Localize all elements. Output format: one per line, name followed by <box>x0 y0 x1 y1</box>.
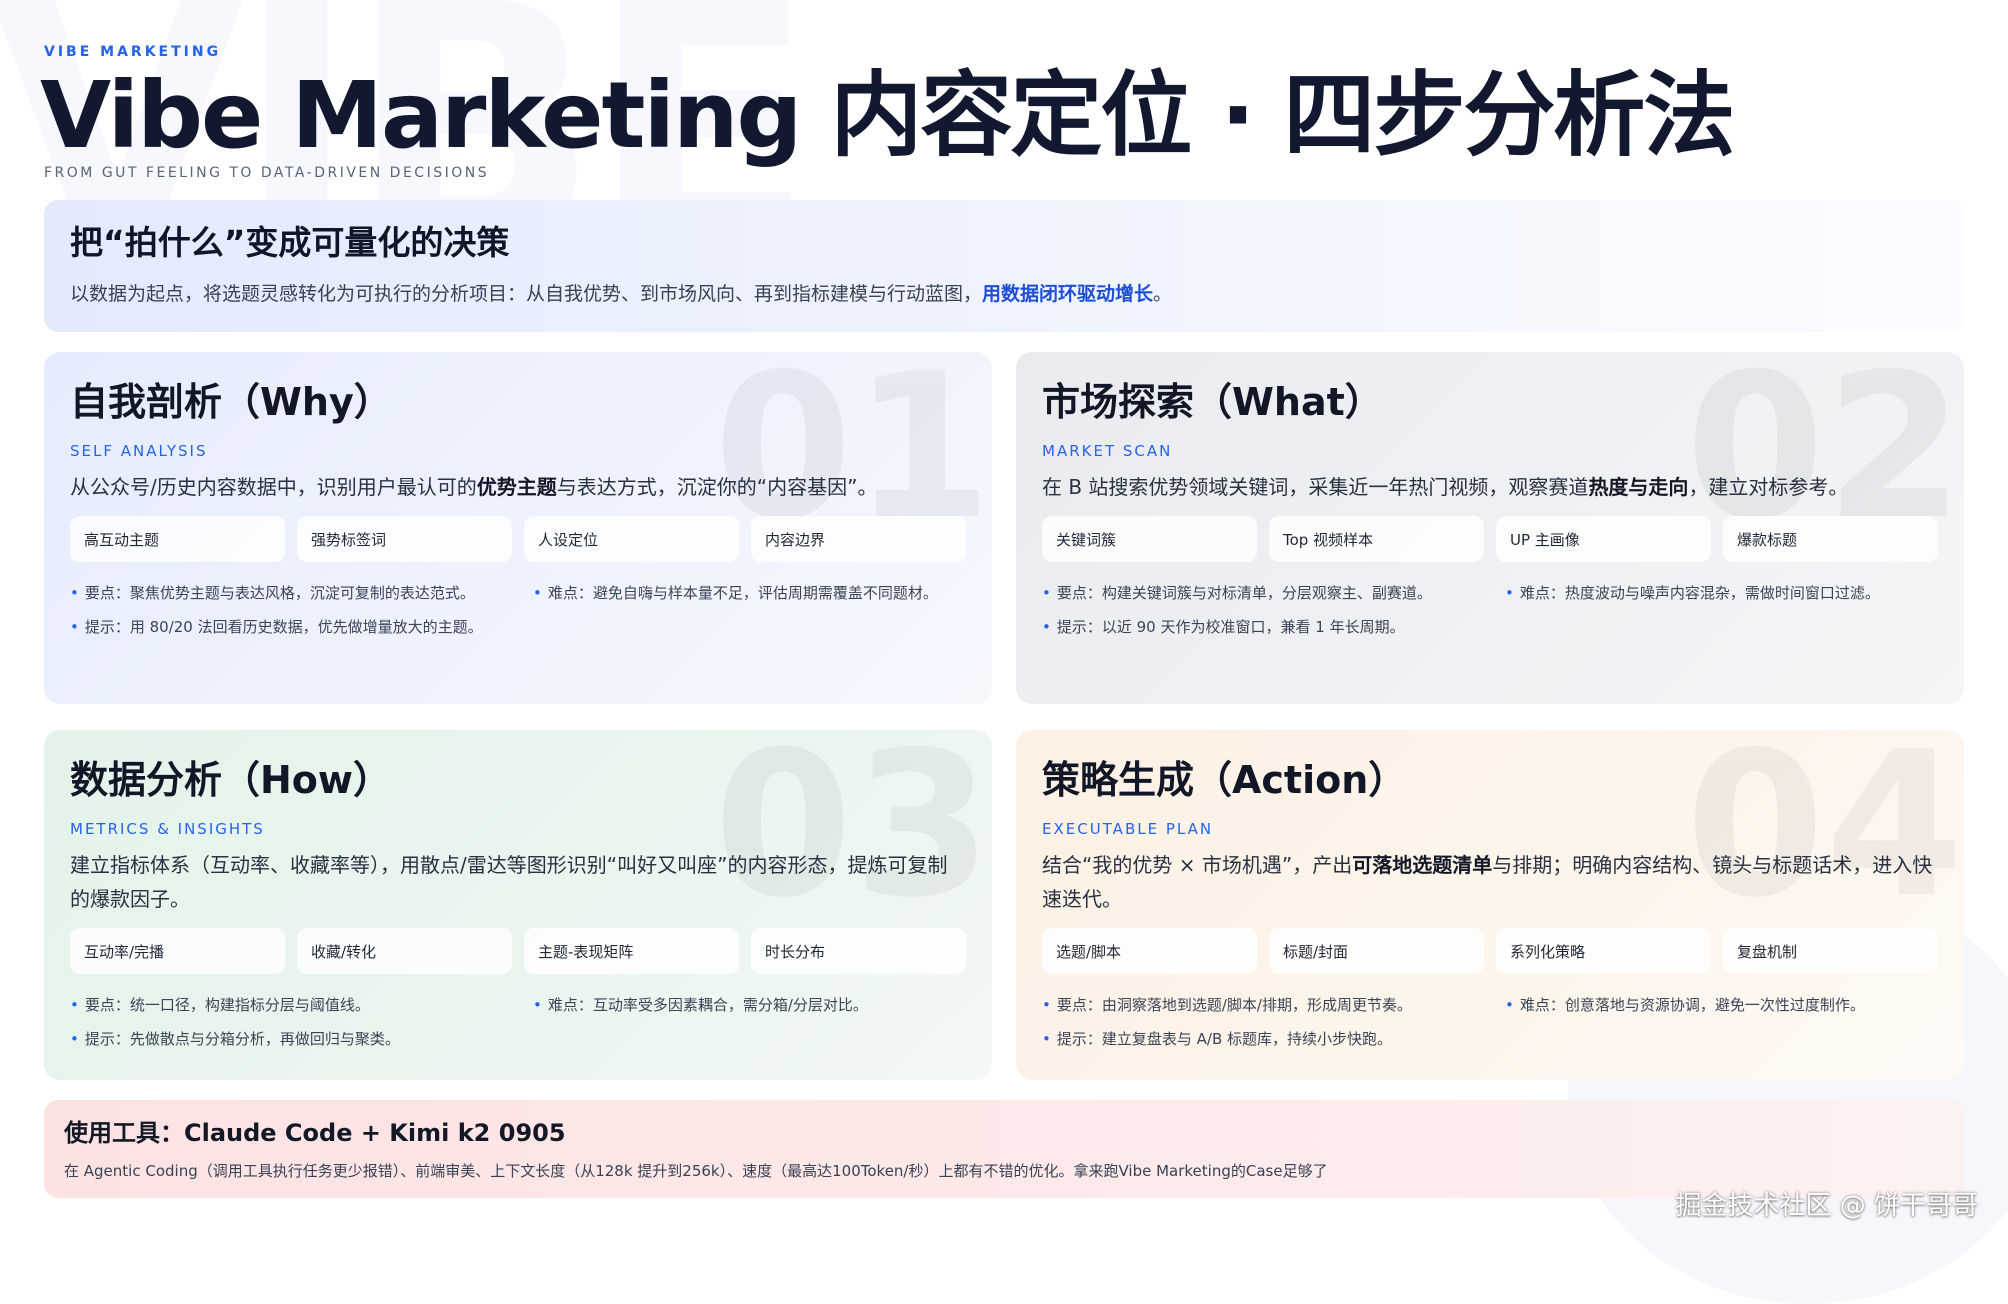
intro-text: 以数据为起点，将选题灵感转化为可执行的分析项目：从自我优势、到市场风向、再到指标… <box>70 283 983 305</box>
bullet-icon: • <box>1042 996 1051 1014</box>
chip: 互动率/完播 <box>70 928 285 974</box>
bullet-icon: • <box>1505 996 1514 1014</box>
step-title: 市场探索（What） <box>1042 380 1383 424</box>
bullet-icon: • <box>1505 584 1514 602</box>
bullet-icon: • <box>70 584 79 602</box>
desc-part: 在 B 站搜索优势领域关键词，采集近一年热门视频，观察赛道 <box>1042 475 1589 499</box>
bullet-icon: • <box>70 1030 79 1048</box>
chip: 选题/脚本 <box>1042 928 1257 974</box>
chip-row: 选题/脚本 标题/封面 系列化策略 复盘机制 <box>1042 928 1938 974</box>
intro-banner: 把“拍什么”变成可量化的决策 以数据为起点，将选题灵感转化为可执行的分析项目：从… <box>44 200 1964 332</box>
chip: 高互动主题 <box>70 516 285 562</box>
chip: 复盘机制 <box>1723 928 1938 974</box>
note-item: • 难点：创意落地与资源协调，避免一次性过度制作。 <box>1505 995 1938 1015</box>
note-text: 难点：避免自嗨与样本量不足，评估周期需覆盖不同题材。 <box>547 584 938 602</box>
chip-row: 互动率/完播 收藏/转化 主题-表现矩阵 时长分布 <box>70 928 966 974</box>
notes: • 要点：由洞察落地到选题/脚本/排期，形成周更节奏。 • 难点：创意落地与资源协调… <box>1042 988 1938 1056</box>
note-item: • 难点：避免自嗨与样本量不足，评估周期需覆盖不同题材。 <box>533 583 966 603</box>
desc-emphasis: 热度与走向 <box>1588 475 1689 499</box>
chip: 关键词簇 <box>1042 516 1257 562</box>
note-text: 要点：聚焦优势主题与表达风格，沉淀可复制的表达范式。 <box>84 584 475 602</box>
note-text: 提示：建立复盘表与 A/B 标题库，持续小步快跑。 <box>1056 1030 1393 1048</box>
bullet-icon: • <box>70 996 79 1014</box>
page-subtitle: FROM GUT FEELING TO DATA-DRIVEN DECISION… <box>44 165 490 181</box>
bullet-icon: • <box>533 996 542 1014</box>
desc-part: ，建立对标参考。 <box>1688 475 1849 499</box>
chip-row: 关键词簇 Top 视频样本 UP 主画像 爆款标题 <box>1042 516 1938 562</box>
desc-part: 建立指标体系（互动率、收藏率等），用散点/雷达等图形识别“叫好又叫座”的内容形态… <box>70 853 948 911</box>
chip: 爆款标题 <box>1723 516 1938 562</box>
note-item: • 要点：统一口径，构建指标分层与阈值线。 <box>70 995 503 1015</box>
chip: UP 主画像 <box>1496 516 1711 562</box>
note-text: 提示：用 80/20 法回看历史数据，优先做增量放大的主题。 <box>84 618 483 636</box>
chip: 标题/封面 <box>1269 928 1484 974</box>
step-tag: EXECUTABLE PLAN <box>1042 820 1214 838</box>
chip: Top 视频样本 <box>1269 516 1484 562</box>
intro-end: 。 <box>1153 283 1173 305</box>
step-title: 策略生成（Action） <box>1042 758 1407 802</box>
notes: • 要点：统一口径，构建指标分层与阈值线。 • 难点：互动率受多因素耦合，需分箱/分… <box>70 988 966 1056</box>
note-item: • 要点：由洞察落地到选题/脚本/排期，形成周更节奏。 <box>1042 995 1475 1015</box>
tools-description: 在 Agentic Coding（调用工具执行任务更少报错）、前端审美、上下文长… <box>64 1162 1328 1180</box>
bullet-icon: • <box>1042 584 1051 602</box>
note-item: • 提示：以近 90 天作为校准窗口，兼看 1 年长周期。 <box>1042 617 1475 637</box>
chip: 时长分布 <box>751 928 966 974</box>
desc-part: 与表达方式，沉淀你的“内容基因”。 <box>556 475 878 499</box>
note-item: • 要点：聚焦优势主题与表达风格，沉淀可复制的表达范式。 <box>70 583 503 603</box>
intro-description: 以数据为起点，将选题灵感转化为可执行的分析项目：从自我优势、到市场风向、再到指标… <box>70 280 1938 308</box>
watermark: 掘金技术社区 @ 饼干哥哥 <box>1675 1191 1978 1221</box>
intro-highlight: 用数据闭环驱动增长 <box>982 283 1154 305</box>
note-text: 难点：互动率受多因素耦合，需分箱/分层对比。 <box>547 996 868 1014</box>
desc-part: 结合“我的优势 × 市场机遇”，产出 <box>1042 853 1353 877</box>
notes: • 要点：构建关键词簇与对标清单，分层观察主、副赛道。 • 难点：热度波动与噪声内容… <box>1042 576 1938 644</box>
desc-emphasis: 优势主题 <box>476 475 557 499</box>
chip: 人设定位 <box>524 516 739 562</box>
chip-row: 高互动主题 强势标签词 人设定位 内容边界 <box>70 516 966 562</box>
note-text: 要点：统一口径，构建指标分层与阈值线。 <box>84 996 370 1014</box>
chip: 强势标签词 <box>297 516 512 562</box>
step-tag: SELF ANALYSIS <box>70 442 208 460</box>
step-tag: METRICS & INSIGHTS <box>70 820 265 838</box>
note-text: 提示：以近 90 天作为校准窗口，兼看 1 年长周期。 <box>1056 618 1405 636</box>
step-card-executable-plan: 04 策略生成（Action） EXECUTABLE PLAN 结合“我的优势 … <box>1016 730 1964 1080</box>
step-title: 自我剖析（Why） <box>70 380 392 424</box>
note-item: • 难点：互动率受多因素耦合，需分箱/分层对比。 <box>533 995 966 1015</box>
note-text: 要点：构建关键词簇与对标清单，分层观察主、副赛道。 <box>1056 584 1432 602</box>
desc-part: 从公众号/历史内容数据中，识别用户最认可的 <box>70 475 477 499</box>
note-item: • 难点：热度波动与噪声内容混杂，需做时间窗口过滤。 <box>1505 583 1938 603</box>
bullet-icon: • <box>1042 618 1051 636</box>
note-text: 提示：先做散点与分箱分析，再做回归与聚类。 <box>84 1030 400 1048</box>
note-text: 要点：由洞察落地到选题/脚本/排期，形成周更节奏。 <box>1056 996 1412 1014</box>
tools-banner: 使用工具：Claude Code + Kimi k2 0905 在 Agenti… <box>44 1100 1964 1198</box>
note-item: • 提示：用 80/20 法回看历史数据，优先做增量放大的主题。 <box>70 617 503 637</box>
note-text: 难点：热度波动与噪声内容混杂，需做时间窗口过滤。 <box>1519 584 1880 602</box>
intro-title: 把“拍什么”变成可量化的决策 <box>70 223 510 262</box>
step-tag: MARKET SCAN <box>1042 442 1173 460</box>
note-text: 难点：创意落地与资源协调，避免一次性过度制作。 <box>1519 996 1865 1014</box>
chip: 内容边界 <box>751 516 966 562</box>
chip: 主题-表现矩阵 <box>524 928 739 974</box>
desc-emphasis: 可落地选题清单 <box>1352 853 1493 877</box>
note-item: • 提示：先做散点与分箱分析，再做回归与聚类。 <box>70 1029 503 1049</box>
step-description: 从公众号/历史内容数据中，识别用户最认可的优势主题与表达方式，沉淀你的“内容基因… <box>70 470 966 504</box>
bullet-icon: • <box>533 584 542 602</box>
step-card-metrics-insights: 03 数据分析（How） METRICS & INSIGHTS 建立指标体系（互… <box>44 730 992 1080</box>
step-description: 结合“我的优势 × 市场机遇”，产出可落地选题清单与排期；明确内容结构、镜头与标… <box>1042 848 1938 916</box>
step-title: 数据分析（How） <box>70 758 392 802</box>
chip: 系列化策略 <box>1496 928 1711 974</box>
note-item: • 要点：构建关键词簇与对标清单，分层观察主、副赛道。 <box>1042 583 1475 603</box>
chip: 收藏/转化 <box>297 928 512 974</box>
bullet-icon: • <box>1042 1030 1051 1048</box>
step-card-market-scan: 02 市场探索（What） MARKET SCAN 在 B 站搜索优势领域关键词… <box>1016 352 1964 704</box>
tools-title: 使用工具：Claude Code + Kimi k2 0905 <box>64 1119 566 1147</box>
step-description: 在 B 站搜索优势领域关键词，采集近一年热门视频，观察赛道热度与走向，建立对标参… <box>1042 470 1938 504</box>
step-card-self-analysis: 01 自我剖析（Why） SELF ANALYSIS 从公众号/历史内容数据中，… <box>44 352 992 704</box>
bullet-icon: • <box>70 618 79 636</box>
page-title: Vibe Marketing 内容定位 · 四步分析法 <box>40 62 1735 169</box>
notes: • 要点：聚焦优势主题与表达风格，沉淀可复制的表达范式。 • 难点：避免自嗨与样本量… <box>70 576 966 644</box>
note-item: • 提示：建立复盘表与 A/B 标题库，持续小步快跑。 <box>1042 1029 1475 1049</box>
step-description: 建立指标体系（互动率、收藏率等），用散点/雷达等图形识别“叫好又叫座”的内容形态… <box>70 848 966 916</box>
